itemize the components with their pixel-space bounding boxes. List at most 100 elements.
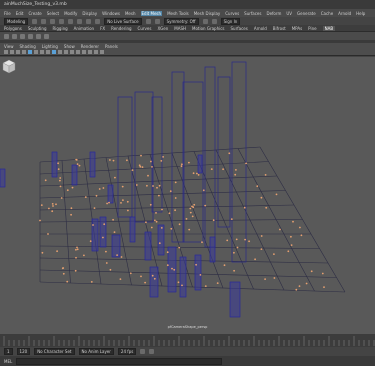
- panel-menu-show[interactable]: Show: [64, 44, 75, 49]
- shelf-tool-icon[interactable]: [4, 33, 9, 39]
- shelf-tab-surfaces[interactable]: Surfaces: [231, 26, 248, 31]
- range-start-field[interactable]: 1: [4, 348, 13, 355]
- wireframe-icon[interactable]: [52, 50, 56, 54]
- menu-set-dropdown[interactable]: Modeling: [4, 17, 29, 25]
- menu-file[interactable]: File: [4, 11, 11, 16]
- shadows-icon[interactable]: [76, 50, 80, 54]
- workspace-icon[interactable]: [202, 18, 208, 24]
- snap-to-grid-icon[interactable]: [86, 18, 92, 24]
- menu-modify[interactable]: Modify: [64, 11, 77, 16]
- locator-point: [170, 227, 173, 230]
- snap-to-curve-icon[interactable]: [95, 18, 101, 24]
- menu-uv[interactable]: UV: [286, 11, 292, 16]
- shelf-tab-curves[interactable]: Curves: [138, 26, 152, 31]
- antialiasing-icon[interactable]: [88, 50, 92, 54]
- camera-attributes-icon[interactable]: [10, 50, 14, 54]
- user-icon[interactable]: [211, 18, 217, 24]
- menu-create[interactable]: Create: [28, 11, 41, 16]
- building-mesh: [0, 168, 6, 188]
- open-scene-icon[interactable]: [41, 18, 47, 24]
- range-slider[interactable]: 1 120 No Character Set No Anim Layer 24 …: [0, 347, 375, 356]
- shelf-tab-arnold[interactable]: Arnold: [254, 26, 267, 31]
- resolution-gate-icon[interactable]: [40, 50, 44, 54]
- render-icon[interactable]: [145, 18, 151, 24]
- range-end-field[interactable]: 120: [16, 348, 31, 355]
- menu-generate[interactable]: Generate: [297, 11, 316, 16]
- menu-help[interactable]: Help: [356, 11, 365, 16]
- shelf-tab-xgen[interactable]: XGen: [157, 26, 168, 31]
- viewport-3d[interactable]: pfCameraShape_persp: [0, 57, 375, 334]
- menu-mesh[interactable]: Mesh: [125, 11, 136, 16]
- shelf-tool-icon[interactable]: [12, 33, 17, 39]
- new-scene-icon[interactable]: [32, 18, 38, 24]
- menu-select[interactable]: Select: [47, 11, 59, 16]
- menu-edit[interactable]: Edit: [16, 11, 24, 16]
- live-surface-field[interactable]: No Live Surface: [104, 17, 142, 25]
- menu-edit-mesh[interactable]: Edit Mesh: [140, 10, 163, 16]
- shelf-tool-icon[interactable]: [36, 33, 41, 39]
- ambient-occlusion-icon[interactable]: [82, 50, 86, 54]
- shelf-tab-animation[interactable]: Animation: [74, 26, 94, 31]
- image-plane-icon[interactable]: [22, 50, 26, 54]
- fps-dropdown[interactable]: 24 fps: [117, 348, 137, 355]
- panel-menu-renderer[interactable]: Renderer: [81, 44, 99, 49]
- menu-windows[interactable]: Windows: [102, 11, 120, 16]
- shelf-tool-icon[interactable]: [28, 33, 33, 39]
- locator-point: [109, 268, 112, 271]
- locator-point: [57, 168, 60, 170]
- menu-curves[interactable]: Curves: [225, 11, 239, 16]
- locator-point: [126, 200, 129, 203]
- undo-icon[interactable]: [59, 18, 65, 24]
- xray-icon[interactable]: [100, 50, 104, 54]
- ipr-render-icon[interactable]: [154, 18, 160, 24]
- shelf-tab-rigging[interactable]: Rigging: [53, 26, 68, 31]
- shelf-tab-bifrost[interactable]: Bifrost: [273, 26, 286, 31]
- panel-menu-view[interactable]: View: [4, 44, 14, 49]
- select-by-hierarchy-icon[interactable]: [77, 18, 83, 24]
- symmetry-dropdown[interactable]: Symmetry: Off: [163, 17, 199, 25]
- panel-menu-shading[interactable]: Shading: [20, 44, 36, 49]
- lights-icon[interactable]: [70, 50, 74, 54]
- sign-in-button[interactable]: Sign In: [220, 17, 241, 25]
- menu-surfaces[interactable]: Surfaces: [244, 11, 261, 16]
- menu-arnold[interactable]: Arnold: [338, 11, 351, 16]
- save-scene-icon[interactable]: [50, 18, 56, 24]
- smooth-shade-icon[interactable]: [58, 50, 62, 54]
- select-camera-icon[interactable]: [4, 50, 8, 54]
- textured-icon[interactable]: [64, 50, 68, 54]
- shelf-tab-mpas[interactable]: MPAs: [292, 26, 302, 31]
- film-gate-icon[interactable]: [34, 50, 38, 54]
- menu-mesh-tools[interactable]: Mesh Tools: [167, 11, 189, 16]
- shelf-tool-icon[interactable]: [20, 33, 25, 39]
- panel-menu-lighting[interactable]: Lighting: [42, 44, 58, 49]
- shelf-tab-polygons[interactable]: Polygons: [4, 26, 22, 31]
- time-slider[interactable]: [0, 334, 375, 347]
- shelf-tab-mash[interactable]: MASH: [174, 26, 186, 31]
- command-mode-label[interactable]: MEL: [4, 359, 12, 364]
- menu-display[interactable]: Display: [82, 11, 97, 16]
- command-input[interactable]: [16, 357, 223, 365]
- isolate-select-icon[interactable]: [94, 50, 98, 54]
- shelf-tab-sculpting[interactable]: Sculpting: [28, 26, 47, 31]
- gate-mask-icon[interactable]: [46, 50, 50, 54]
- shelf-tab-pine[interactable]: Pine: [308, 26, 316, 31]
- shelf-tab-nab[interactable]: NAB: [322, 25, 336, 31]
- shelf-tab-rendering[interactable]: Rendering: [111, 26, 131, 31]
- redo-icon[interactable]: [68, 18, 74, 24]
- building-mesh: [144, 231, 152, 261]
- grid-icon[interactable]: [28, 50, 32, 54]
- shelf-tab-fx[interactable]: FX: [100, 26, 105, 31]
- shelf-tab-motion-graphics[interactable]: Motion Graphics: [192, 26, 225, 31]
- menu-cache[interactable]: Cache: [321, 11, 333, 16]
- locator-point: [116, 254, 118, 256]
- preferences-icon[interactable]: [149, 349, 155, 354]
- character-set-dropdown[interactable]: No Character Set: [34, 348, 75, 355]
- view-cube[interactable]: [0, 57, 18, 75]
- anim-layer-dropdown[interactable]: No Anim Layer: [78, 348, 114, 355]
- menu-mesh-display[interactable]: Mesh Display: [194, 11, 221, 16]
- auto-key-icon[interactable]: [140, 349, 146, 354]
- panel-menu-panels[interactable]: Panels: [105, 44, 118, 49]
- menu-deform[interactable]: Deform: [266, 11, 281, 16]
- shelf-tool-icon[interactable]: [44, 33, 49, 39]
- bookmarks-icon[interactable]: [16, 50, 20, 54]
